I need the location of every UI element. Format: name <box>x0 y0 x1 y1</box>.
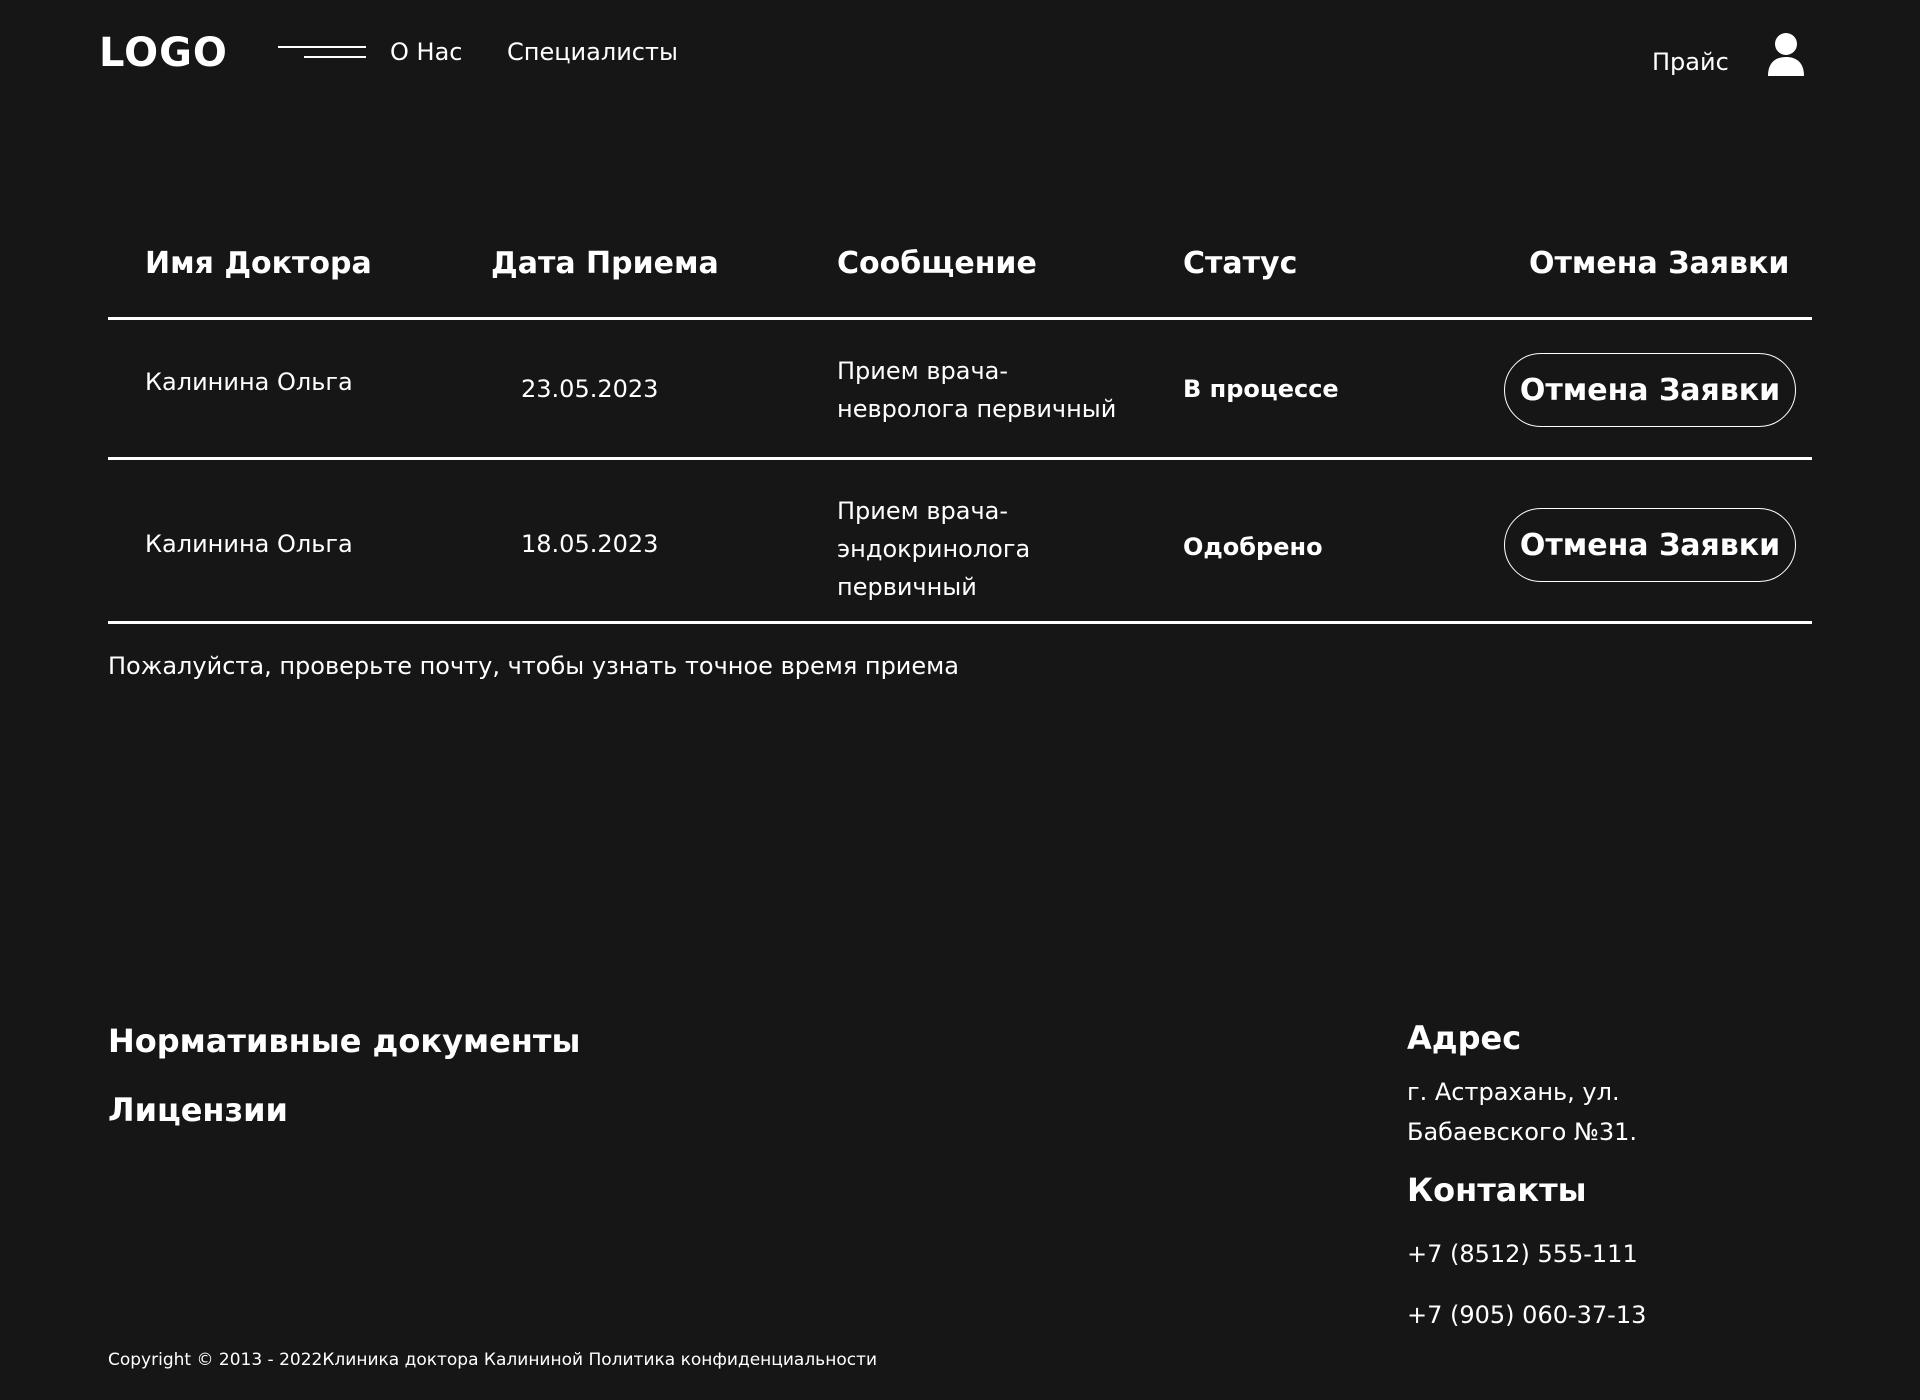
phone-link[interactable]: +7 (905) 060-37-13 <box>1407 1295 1646 1335</box>
logo[interactable]: LOGO <box>99 30 228 76</box>
header: LOGO О Нас Специалисты Прайс <box>0 0 1920 110</box>
contacts-heading: Контакты <box>1407 1171 1587 1209</box>
cancel-request-button[interactable]: Отмена Заявки <box>1504 353 1796 427</box>
menu-lines-icon[interactable] <box>278 46 366 60</box>
table-divider <box>108 317 1812 320</box>
table-divider <box>108 457 1812 460</box>
column-header-doctor: Имя Доктора <box>145 246 372 281</box>
nav-specialists-link[interactable]: Специалисты <box>507 38 678 66</box>
doctor-name: Калинина Ольга <box>145 530 353 558</box>
column-header-message: Сообщение <box>837 246 1037 281</box>
status-badge: В процессе <box>1183 375 1339 403</box>
phone-link[interactable]: +7 (8512) 555-111 <box>1407 1234 1638 1274</box>
info-note: Пожалуйста, проверьте почту, чтобы узнат… <box>108 652 959 680</box>
table-divider <box>108 621 1812 624</box>
column-header-date: Дата Приема <box>491 246 719 281</box>
footer-link-licenses[interactable]: Лицензии <box>108 1091 288 1129</box>
appointment-date: 23.05.2023 <box>521 375 659 403</box>
nav-about-link[interactable]: О Нас <box>390 38 462 66</box>
appointment-message: Прием врача-невролога первичный <box>837 357 1117 423</box>
copyright: Copyright © 2013 - 2022Клиника доктора К… <box>108 1350 878 1370</box>
column-header-cancel: Отмена Заявки <box>1529 246 1790 281</box>
status-badge: Одобрено <box>1183 533 1323 561</box>
doctor-name: Калинина Ольга <box>145 368 353 396</box>
address-heading: Адрес <box>1407 1019 1522 1057</box>
footer-link-documents[interactable]: Нормативные документы <box>108 1022 580 1060</box>
column-header-status: Статус <box>1183 246 1298 281</box>
cancel-request-button[interactable]: Отмена Заявки <box>1504 508 1796 582</box>
appointment-date: 18.05.2023 <box>521 530 659 558</box>
appointment-message: Прием врача-эндокринолога первичный <box>837 497 1031 601</box>
address-text: г. Астрахань, ул. Бабаевского №31. <box>1407 1078 1638 1146</box>
user-icon[interactable] <box>1766 32 1806 78</box>
nav-price-link[interactable]: Прайс <box>1652 48 1729 76</box>
